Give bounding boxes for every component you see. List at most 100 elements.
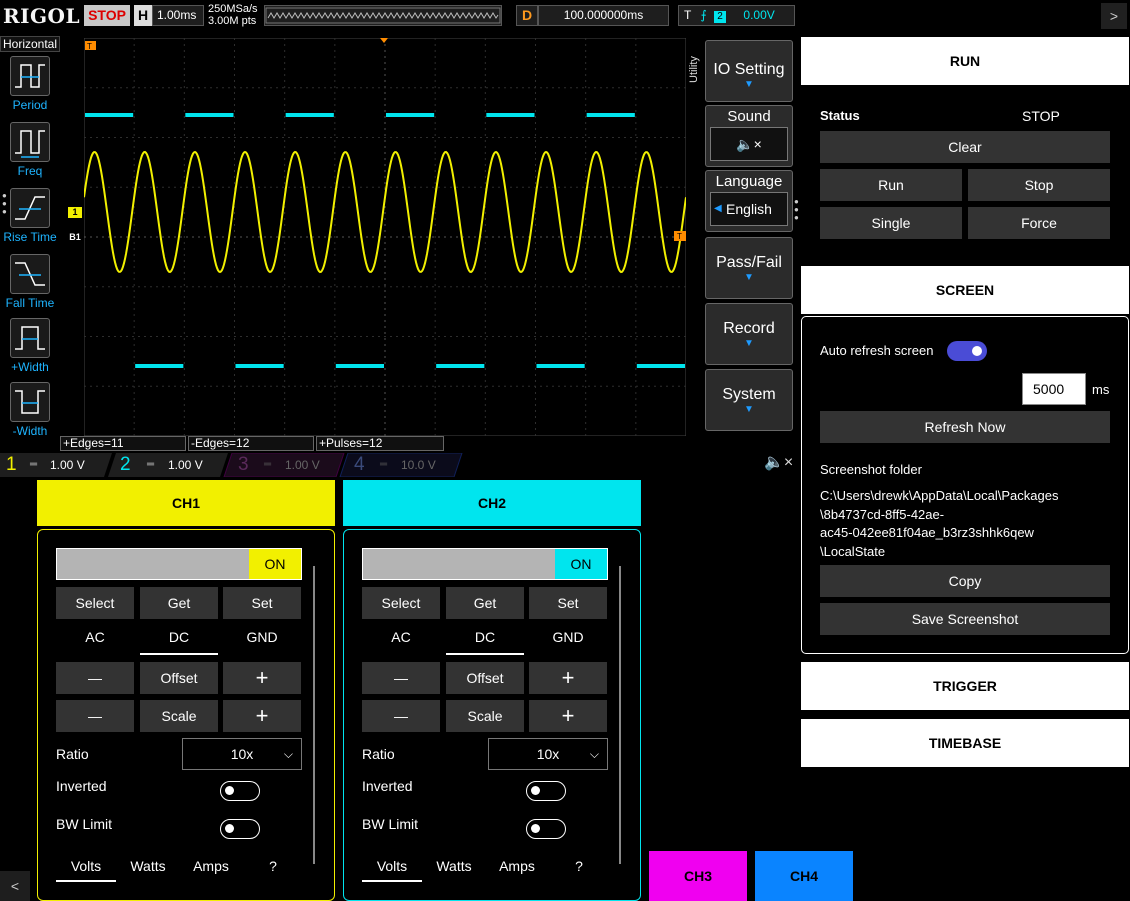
clear-button[interactable]: Clear	[820, 131, 1110, 163]
ch4-button[interactable]: CH4	[755, 851, 853, 901]
ch2-ratio-select[interactable]: 10x ⌵	[488, 738, 608, 770]
speaker-mute-icon[interactable]: 🔈×	[764, 451, 793, 475]
ch1-offset-marker[interactable]: 1	[68, 207, 82, 218]
ch2-select-button[interactable]: Select	[362, 587, 440, 619]
ch2-scrollbar[interactable]	[619, 566, 621, 864]
run-state-badge[interactable]: STOP	[84, 5, 130, 26]
ch1-select-button[interactable]: Select	[56, 587, 134, 619]
waveform-display[interactable]: T T	[84, 38, 686, 436]
pass-fail-menu[interactable]: Pass/Fail ▼	[705, 237, 793, 299]
auto-refresh-toggle[interactable]	[947, 341, 987, 361]
ch1-strip-scale[interactable]: 1.00 V	[50, 453, 85, 477]
speaker-mute-icon[interactable]: 🔈×	[710, 127, 788, 161]
ch1-units-volts[interactable]: Volts	[56, 858, 116, 882]
system-menu[interactable]: System ▼	[705, 369, 793, 431]
measure-period[interactable]: Period	[0, 54, 60, 118]
single-button[interactable]: Single	[820, 207, 962, 239]
stop-button[interactable]: Stop	[968, 169, 1110, 201]
ch1-set-button[interactable]: Set	[223, 587, 301, 619]
folder-path-line: ac45-042ee81f04ae_b3rz3shhk6qew	[820, 525, 1034, 540]
ch2-scale-button[interactable]: Scale	[446, 700, 524, 732]
copy-path-button[interactable]: Copy	[820, 565, 1110, 597]
ch2-coupling-dc[interactable]: DC	[446, 629, 524, 655]
ch1-scale-decrease-button[interactable]: —	[56, 700, 134, 732]
ch3-strip-scale[interactable]: 1.00 V	[285, 453, 320, 477]
ch4-strip-number[interactable]: 4	[354, 453, 374, 477]
ch2-strip-scale[interactable]: 1.00 V	[168, 453, 203, 477]
timebase-section-header[interactable]: TIMEBASE	[801, 719, 1129, 767]
ch1-enable-toggle[interactable]: ON	[56, 548, 302, 580]
language-menu[interactable]: Language ◀ English	[705, 170, 793, 232]
ch2-offset-increase-button[interactable]: +	[529, 662, 607, 694]
force-button[interactable]: Force	[968, 207, 1110, 239]
measure-rise-time[interactable]: Rise Time	[0, 186, 60, 250]
ch2-enable-toggle[interactable]: ON	[362, 548, 608, 580]
left-drag-handle-icon[interactable]: ● ● ●	[2, 192, 8, 222]
sound-menu[interactable]: Sound 🔈×	[705, 105, 793, 167]
ch1-scale-increase-button[interactable]: +	[223, 700, 301, 732]
ch1-coupling-ac[interactable]: AC	[56, 629, 134, 655]
run-section-header[interactable]: RUN	[801, 37, 1129, 85]
ch1-offset-increase-button[interactable]: +	[223, 662, 301, 694]
save-screenshot-button[interactable]: Save Screenshot	[820, 603, 1110, 635]
ch2-units-help[interactable]: ?	[549, 858, 609, 874]
measure-positive-width[interactable]: +Width	[0, 316, 60, 380]
ch2-scale-increase-button[interactable]: +	[529, 700, 607, 732]
ch2-coupling-gnd[interactable]: GND	[529, 629, 607, 655]
bus-offset-marker[interactable]: B1	[68, 232, 82, 243]
language-selector[interactable]: ◀ English	[710, 192, 788, 226]
ch1-bw-limit-toggle[interactable]	[220, 819, 260, 839]
ch2-set-button[interactable]: Set	[529, 587, 607, 619]
ch1-scale-button[interactable]: Scale	[140, 700, 218, 732]
delay-letter: D	[516, 5, 538, 26]
ch1-inverted-toggle[interactable]	[220, 781, 260, 801]
ch1-coupling-gnd[interactable]: GND	[223, 629, 301, 655]
ch3-button[interactable]: CH3	[649, 851, 747, 901]
timebase-value[interactable]: 1.00ms	[152, 5, 204, 26]
ch2-units-watts[interactable]: Watts	[424, 858, 484, 874]
ch2-coupling-ac[interactable]: AC	[362, 629, 440, 655]
ch2-units-amps[interactable]: Amps	[487, 858, 547, 874]
ch1-units-help[interactable]: ?	[243, 858, 303, 874]
ch2-offset-button[interactable]: Offset	[446, 662, 524, 694]
run-button[interactable]: Run	[820, 169, 962, 201]
measure-fall-time[interactable]: Fall Time	[0, 252, 60, 316]
expand-menu-icon[interactable]: >	[1101, 3, 1127, 29]
refresh-interval-input[interactable]	[1022, 373, 1086, 405]
ch1-get-button[interactable]: Get	[140, 587, 218, 619]
ch2-offset-decrease-button[interactable]: —	[362, 662, 440, 694]
ch1-offset-decrease-button[interactable]: —	[56, 662, 134, 694]
refresh-now-button[interactable]: Refresh Now	[820, 411, 1110, 443]
ch1-offset-button[interactable]: Offset	[140, 662, 218, 694]
sound-label: Sound	[727, 108, 771, 125]
record-menu[interactable]: Record ▼	[705, 303, 793, 365]
ch2-get-button[interactable]: Get	[446, 587, 524, 619]
ch2-ratio-label: Ratio	[362, 746, 395, 762]
ch2-scale-decrease-button[interactable]: —	[362, 700, 440, 732]
ch2-header[interactable]: CH2	[343, 480, 641, 526]
ch3-strip-number[interactable]: 3	[238, 453, 258, 477]
measure-freq[interactable]: Freq	[0, 120, 60, 184]
measure-negative-width[interactable]: -Width	[0, 380, 60, 444]
ch2-units-volts[interactable]: Volts	[362, 858, 422, 882]
ch1-strip-number[interactable]: 1	[6, 453, 26, 477]
trigger-section-header[interactable]: TRIGGER	[801, 662, 1129, 710]
ch1-coupling-dc[interactable]: DC	[140, 629, 218, 655]
ch4-strip-scale[interactable]: 10.0 V	[401, 453, 436, 477]
horizontal-measure-title[interactable]: Horizontal	[0, 36, 60, 52]
ch1-header[interactable]: CH1	[37, 480, 335, 526]
screen-section-header[interactable]: SCREEN	[801, 266, 1129, 314]
ch1-ratio-select[interactable]: 10x ⌵	[182, 738, 302, 770]
ch2-inverted-toggle[interactable]	[526, 781, 566, 801]
ch1-scrollbar[interactable]	[313, 566, 315, 864]
ch2-bw-limit-toggle[interactable]	[526, 819, 566, 839]
collapse-panel-icon[interactable]: <	[0, 871, 30, 901]
ch2-strip-number[interactable]: 2	[120, 453, 140, 477]
ch1-units-amps[interactable]: Amps	[181, 858, 241, 874]
utility-tab[interactable]: Utility	[688, 40, 704, 100]
right-drag-handle-icon[interactable]: ● ● ●	[794, 198, 800, 228]
trigger-info[interactable]: T ⨍ 2 0.00V	[678, 5, 795, 26]
io-setting-menu[interactable]: IO Setting ▼	[705, 40, 793, 102]
ch1-units-watts[interactable]: Watts	[118, 858, 178, 874]
delay-value[interactable]: 100.000000ms	[538, 5, 669, 26]
